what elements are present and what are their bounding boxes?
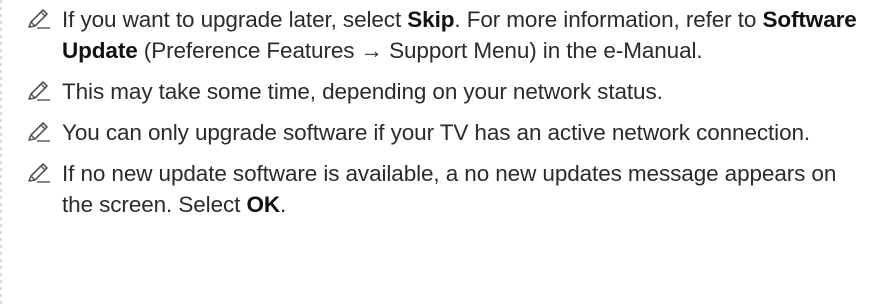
pencil-note-icon — [28, 122, 50, 142]
notes-list: If you want to upgrade later, select Ski… — [26, 4, 872, 220]
note-text-segment: If you want to upgrade later, select — [62, 7, 408, 32]
note-text-segment: . For more information, refer to — [454, 7, 763, 32]
note-item: This may take some time, depending on yo… — [26, 76, 872, 107]
note-emphasis-text: OK — [246, 192, 281, 217]
pencil-note-icon — [28, 81, 50, 101]
note-text-segment: (Preference Features → Support Menu) in … — [137, 38, 703, 63]
note-text-segment: You can only upgrade software if your TV… — [62, 120, 811, 145]
pencil-note-icon — [28, 9, 50, 29]
note-emphasis-text: Skip — [407, 7, 455, 32]
note-item: If you want to upgrade later, select Ski… — [26, 4, 872, 66]
note-text-segment: . — [280, 192, 287, 217]
pencil-note-icon — [28, 163, 50, 183]
note-item: You can only upgrade software if your TV… — [26, 117, 872, 148]
note-text-segment: This may take some time, depending on yo… — [62, 79, 663, 104]
note-item: If no new update software is available, … — [26, 158, 872, 220]
note-text-segment: If no new update software is available, … — [62, 161, 837, 217]
page-edge-divider — [0, 0, 2, 306]
